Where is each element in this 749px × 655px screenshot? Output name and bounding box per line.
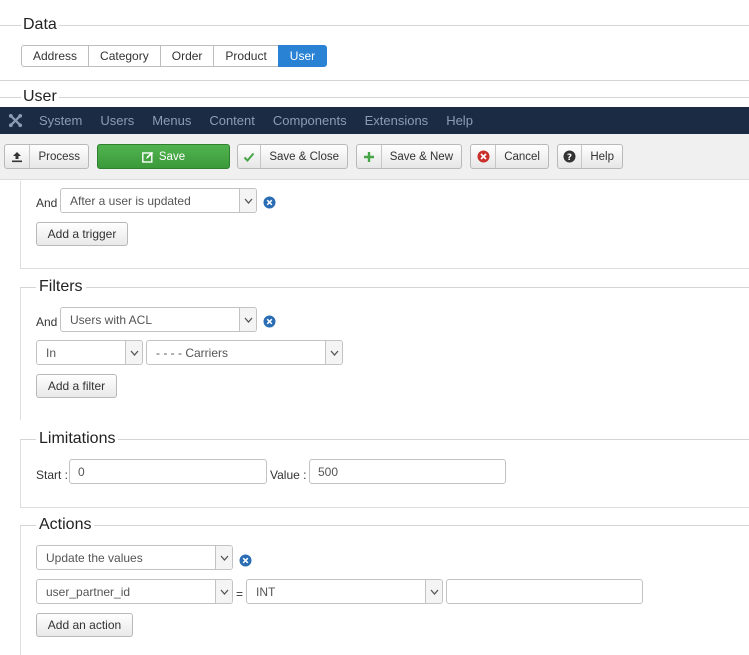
tab-order[interactable]: Order <box>159 45 215 67</box>
save-close-label: Save & Close <box>269 150 339 163</box>
save-close-button[interactable]: Save & Close <box>237 144 348 169</box>
nav-system[interactable]: System <box>39 113 82 128</box>
plus-icon <box>357 145 382 168</box>
start-input[interactable]: 0 <box>69 459 267 484</box>
remove-filter-icon[interactable] <box>263 315 276 328</box>
action-field-select[interactable]: user_partner_id <box>36 579 233 604</box>
action-type-value: INT <box>256 584 276 599</box>
filters-legend-line <box>20 287 749 288</box>
filter-group-select[interactable]: - - - - Carriers <box>146 340 343 365</box>
upload-icon <box>5 145 31 168</box>
limitations-legend-line <box>20 439 749 440</box>
save-button[interactable]: Save <box>97 144 230 169</box>
add-trigger-button[interactable]: Add a trigger <box>36 222 128 246</box>
save-label: Save <box>158 150 186 163</box>
chevron-down-icon <box>215 546 232 569</box>
tab-product[interactable]: Product <box>213 45 279 67</box>
help-label: Help <box>590 150 614 163</box>
tab-address[interactable]: Address <box>21 45 90 67</box>
edit-icon <box>141 151 154 163</box>
process-button[interactable]: Process <box>4 144 89 169</box>
equals-label: = <box>236 587 244 601</box>
chevron-down-icon <box>215 580 232 603</box>
add-filter-button[interactable]: Add a filter <box>36 374 117 398</box>
trigger-select-value: After a user is updated <box>70 193 191 208</box>
filter-select[interactable]: Users with ACL <box>60 307 257 332</box>
filter-and-label: And <box>36 315 58 329</box>
data-legend-title: Data <box>21 16 59 34</box>
check-icon <box>238 145 262 168</box>
filter-operator-value: In <box>46 345 57 360</box>
question-icon: ? <box>558 145 583 168</box>
tab-category[interactable]: Category <box>88 45 161 67</box>
nav-content[interactable]: Content <box>209 113 255 128</box>
action-value-input[interactable] <box>446 579 643 604</box>
user-legend-line <box>0 97 749 98</box>
limitations-title: Limitations <box>36 430 119 448</box>
actions-title: Actions <box>36 516 95 534</box>
value-input[interactable]: 500 <box>309 459 506 484</box>
admin-navbar: System Users Menus Content Components Ex… <box>0 107 749 134</box>
chevron-down-icon <box>325 341 342 364</box>
chevron-down-icon <box>239 308 256 331</box>
nav-help[interactable]: Help <box>446 113 473 128</box>
filter-group-value: - - - - Carriers <box>156 345 228 360</box>
toolbar: Process Save Save & Close Save & New Can… <box>0 134 749 180</box>
filter-select-value: Users with ACL <box>70 312 153 327</box>
action-type-select[interactable]: INT <box>246 579 443 604</box>
cancel-label: Cancel <box>504 150 540 163</box>
type-tabs: Address Category Order Product User <box>21 45 328 67</box>
trigger-and-label: And <box>36 196 58 210</box>
save-new-button[interactable]: Save & New <box>356 144 462 169</box>
cancel-button[interactable]: Cancel <box>470 144 549 169</box>
chevron-down-icon <box>239 189 256 212</box>
action-select[interactable]: Update the values <box>36 545 233 570</box>
user-legend-title: User <box>21 88 59 106</box>
svg-text:?: ? <box>567 153 572 163</box>
tab-user[interactable]: User <box>277 45 328 67</box>
divider <box>0 80 749 81</box>
value-label: Value : <box>270 468 307 482</box>
action-field-value: user_partner_id <box>46 584 131 599</box>
nav-components[interactable]: Components <box>273 113 347 128</box>
save-new-label: Save & New <box>389 150 453 163</box>
chevron-down-icon <box>125 341 142 364</box>
actions-legend-line <box>20 525 749 526</box>
joomla-icon[interactable] <box>0 107 30 134</box>
help-button[interactable]: ? Help <box>557 144 623 169</box>
trigger-select[interactable]: After a user is updated <box>60 188 257 213</box>
remove-trigger-icon[interactable] <box>263 196 276 209</box>
nav-extensions[interactable]: Extensions <box>365 113 429 128</box>
cancel-circle-icon <box>471 145 497 168</box>
nav-menus[interactable]: Menus <box>152 113 191 128</box>
remove-action-icon[interactable] <box>239 554 252 567</box>
filters-title: Filters <box>36 278 86 296</box>
action-select-value: Update the values <box>46 550 143 565</box>
process-label: Process <box>38 150 80 163</box>
filter-operator-select[interactable]: In <box>36 340 143 365</box>
nav-users[interactable]: Users <box>100 113 134 128</box>
add-action-button[interactable]: Add an action <box>36 613 133 637</box>
start-label: Start : <box>36 468 69 482</box>
chevron-down-icon <box>425 580 442 603</box>
data-legend-line <box>0 25 749 26</box>
